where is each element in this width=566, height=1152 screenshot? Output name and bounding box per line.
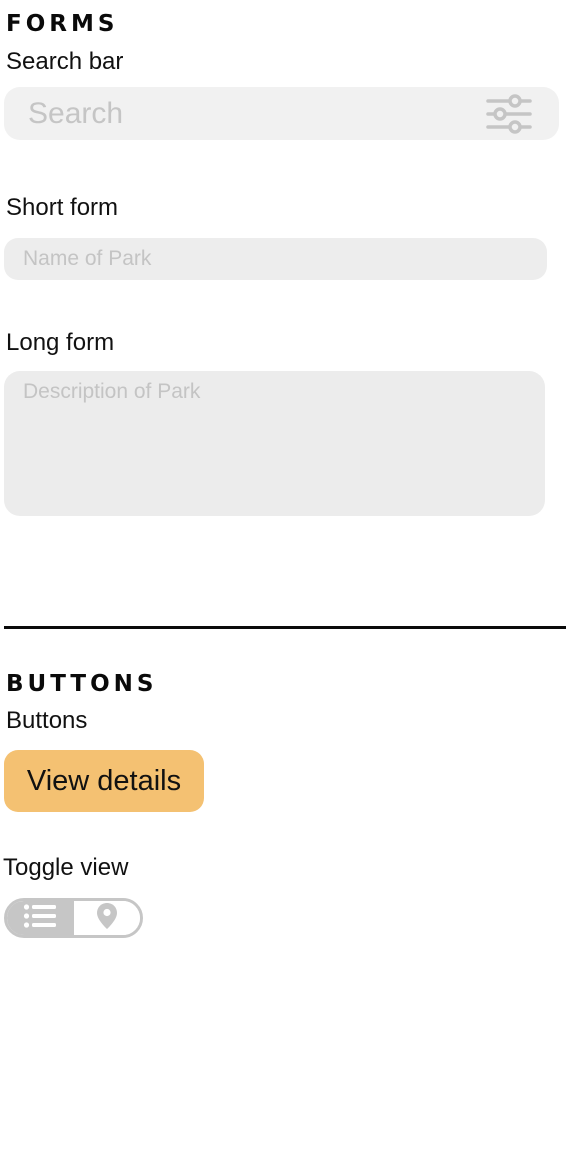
section-divider: [4, 626, 566, 629]
park-name-field[interactable]: [4, 238, 547, 280]
toggle-list-view[interactable]: [7, 901, 74, 935]
buttons-label: Buttons: [6, 707, 88, 734]
search-input[interactable]: [4, 87, 474, 140]
search-bar-label: Search bar: [6, 48, 124, 75]
map-pin-icon: [96, 902, 118, 935]
view-details-button[interactable]: View details: [4, 750, 204, 812]
toggle-map-view[interactable]: [73, 901, 140, 935]
buttons-section-title: BUTTONS: [6, 671, 158, 697]
toggle-view-label: Toggle view: [3, 854, 129, 881]
short-form-label: Short form: [6, 194, 119, 221]
filter-sliders-icon[interactable]: [485, 93, 533, 135]
view-toggle: [4, 898, 143, 938]
search-bar: [4, 87, 559, 140]
park-description-field[interactable]: [4, 371, 545, 516]
long-form-label: Long form: [6, 329, 115, 356]
forms-section-title: FORMS: [6, 11, 119, 37]
list-icon: [23, 903, 57, 934]
